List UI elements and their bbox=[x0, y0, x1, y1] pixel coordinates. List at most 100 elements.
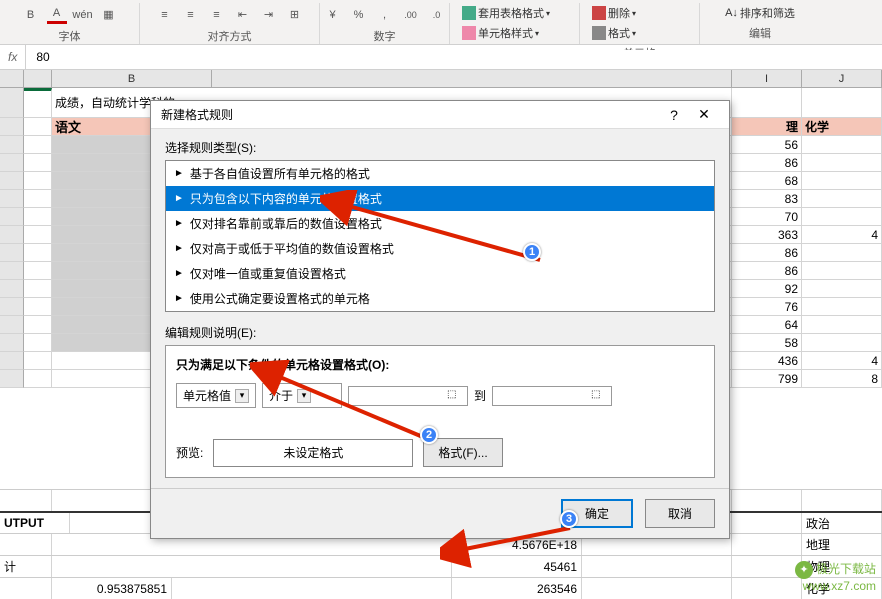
row-header[interactable] bbox=[0, 280, 24, 298]
decimal-inc-icon[interactable]: .00 bbox=[401, 6, 421, 24]
cell[interactable]: 68 bbox=[732, 172, 802, 190]
format-button[interactable]: 格式(F)... bbox=[423, 438, 502, 467]
border-icon[interactable]: ▦ bbox=[99, 6, 119, 24]
align-left-icon[interactable]: ≡ bbox=[155, 6, 175, 24]
row-header[interactable] bbox=[0, 370, 24, 388]
chevron-down-icon[interactable]: ▾ bbox=[235, 389, 249, 403]
format-button[interactable]: 格式 ▾ bbox=[588, 23, 640, 43]
align-right-icon[interactable]: ≡ bbox=[207, 6, 227, 24]
header-chemistry[interactable]: 化学 bbox=[802, 118, 882, 136]
rule-type-item[interactable]: ►仅对唯一值或重复值设置格式 bbox=[166, 261, 714, 286]
cancel-button[interactable]: 取消 bbox=[645, 499, 715, 528]
select-all-corner[interactable] bbox=[0, 70, 24, 88]
align-center-icon[interactable]: ≡ bbox=[181, 6, 201, 24]
ribbon-group-number: 数字 bbox=[374, 28, 396, 44]
range-picker-icon[interactable]: ⬚ bbox=[447, 389, 463, 403]
pinyin-icon[interactable]: wén bbox=[73, 6, 93, 24]
formula-input[interactable] bbox=[26, 50, 882, 64]
col-header-a[interactable] bbox=[24, 70, 52, 88]
indent-dec-icon[interactable]: ⇤ bbox=[233, 6, 253, 24]
cell[interactable] bbox=[802, 280, 882, 298]
percent-icon[interactable]: % bbox=[349, 6, 369, 24]
num-cell: 0.953875851 bbox=[52, 578, 172, 599]
cell[interactable] bbox=[802, 172, 882, 190]
rule-type-item[interactable]: ►使用公式确定要设置格式的单元格 bbox=[166, 286, 714, 311]
cell[interactable]: 363 bbox=[732, 226, 802, 244]
cell[interactable] bbox=[802, 334, 882, 352]
delete-button[interactable]: 删除 ▾ bbox=[588, 3, 640, 23]
rule-type-item[interactable]: ►基于各自值设置所有单元格的格式 bbox=[166, 161, 714, 186]
cell[interactable]: 86 bbox=[732, 154, 802, 172]
cell-style-button[interactable]: 单元格样式 ▾ bbox=[458, 23, 543, 43]
edit-rule-title: 只为满足以下条件的单元格设置格式(O): bbox=[176, 356, 704, 373]
row-header[interactable] bbox=[0, 262, 24, 280]
row-header[interactable] bbox=[0, 298, 24, 316]
rule-type-list[interactable]: ►基于各自值设置所有单元格的格式►只为包含以下内容的单元格设置格式►仅对排名靠前… bbox=[165, 160, 715, 312]
row-header[interactable] bbox=[0, 334, 24, 352]
cell[interactable]: 436 bbox=[732, 352, 802, 370]
cell[interactable]: 4 bbox=[802, 352, 882, 370]
row-header[interactable] bbox=[0, 244, 24, 262]
row-header[interactable] bbox=[0, 352, 24, 370]
cell[interactable]: 83 bbox=[732, 190, 802, 208]
indent-inc-icon[interactable]: ⇥ bbox=[259, 6, 279, 24]
stat-label: 计 bbox=[0, 556, 52, 577]
row-header[interactable] bbox=[0, 154, 24, 172]
font-color-icon[interactable]: A bbox=[47, 6, 67, 24]
cell[interactable]: 64 bbox=[732, 316, 802, 334]
cell[interactable]: 86 bbox=[732, 262, 802, 280]
cell[interactable]: 58 bbox=[732, 334, 802, 352]
col-header-i[interactable]: I bbox=[732, 70, 802, 88]
cell[interactable] bbox=[802, 244, 882, 262]
cell[interactable] bbox=[802, 136, 882, 154]
cell[interactable] bbox=[802, 262, 882, 280]
col-header-mid[interactable] bbox=[212, 70, 732, 88]
comma-icon[interactable]: , bbox=[375, 6, 395, 24]
header-li[interactable]: 理 bbox=[732, 118, 802, 136]
cell[interactable] bbox=[802, 298, 882, 316]
row-header[interactable] bbox=[0, 118, 24, 136]
cell[interactable]: 76 bbox=[732, 298, 802, 316]
row-header[interactable] bbox=[0, 172, 24, 190]
cell[interactable] bbox=[802, 190, 882, 208]
cell[interactable]: 92 bbox=[732, 280, 802, 298]
row-header[interactable] bbox=[0, 190, 24, 208]
accounting-icon[interactable]: ¥ bbox=[323, 6, 343, 24]
row-header[interactable] bbox=[0, 316, 24, 334]
rule-type-item[interactable]: ►仅对高于或低于平均值的数值设置格式 bbox=[166, 236, 714, 261]
col-header-b[interactable]: B bbox=[52, 70, 212, 88]
decimal-dec-icon[interactable]: .0 bbox=[427, 6, 447, 24]
new-format-rule-dialog: 新建格式规则 ? ✕ 选择规则类型(S): ►基于各自值设置所有单元格的格式►只… bbox=[150, 100, 730, 539]
cell[interactable] bbox=[802, 316, 882, 334]
cell[interactable]: 8 bbox=[802, 370, 882, 388]
row-header[interactable] bbox=[0, 208, 24, 226]
operator-combo[interactable]: 介于 ▾ bbox=[262, 383, 342, 408]
ribbon: B A wén ▦ 字体 ≡ ≡ ≡ ⇤ ⇥ ⊞ 对齐方式 ¥ % , .00 … bbox=[0, 0, 882, 45]
merge-icon[interactable]: ⊞ bbox=[285, 6, 305, 24]
cell[interactable]: 86 bbox=[732, 244, 802, 262]
help-icon[interactable]: ? bbox=[659, 107, 689, 123]
cell[interactable]: 4 bbox=[802, 226, 882, 244]
row-header[interactable] bbox=[0, 88, 24, 118]
cell[interactable]: 56 bbox=[732, 136, 802, 154]
col-header-j[interactable]: J bbox=[802, 70, 882, 88]
range-to-input[interactable]: ⬚ bbox=[492, 386, 612, 406]
rule-type-item[interactable]: ►仅对排名靠前或靠后的数值设置格式 bbox=[166, 211, 714, 236]
close-icon[interactable]: ✕ bbox=[689, 106, 719, 123]
rule-type-item[interactable]: ►只为包含以下内容的单元格设置格式 bbox=[166, 186, 714, 211]
cell[interactable]: 799 bbox=[732, 370, 802, 388]
cell[interactable]: 70 bbox=[732, 208, 802, 226]
chevron-down-icon[interactable]: ▾ bbox=[297, 389, 311, 403]
range-picker-icon[interactable]: ⬚ bbox=[591, 389, 607, 403]
fx-icon[interactable]: fx bbox=[0, 45, 26, 69]
cell-value-combo[interactable]: 单元格值 ▾ bbox=[176, 383, 256, 408]
cell[interactable] bbox=[802, 208, 882, 226]
sort-filter-button[interactable]: A↓ 排序和筛选 bbox=[721, 3, 799, 23]
callout-2: 2 bbox=[420, 426, 438, 444]
cell[interactable] bbox=[802, 154, 882, 172]
table-format-button[interactable]: 套用表格格式 ▾ bbox=[458, 3, 554, 23]
bold-icon[interactable]: B bbox=[21, 6, 41, 24]
row-header[interactable] bbox=[0, 226, 24, 244]
range-from-input[interactable]: ⬚ bbox=[348, 386, 468, 406]
row-header[interactable] bbox=[0, 136, 24, 154]
